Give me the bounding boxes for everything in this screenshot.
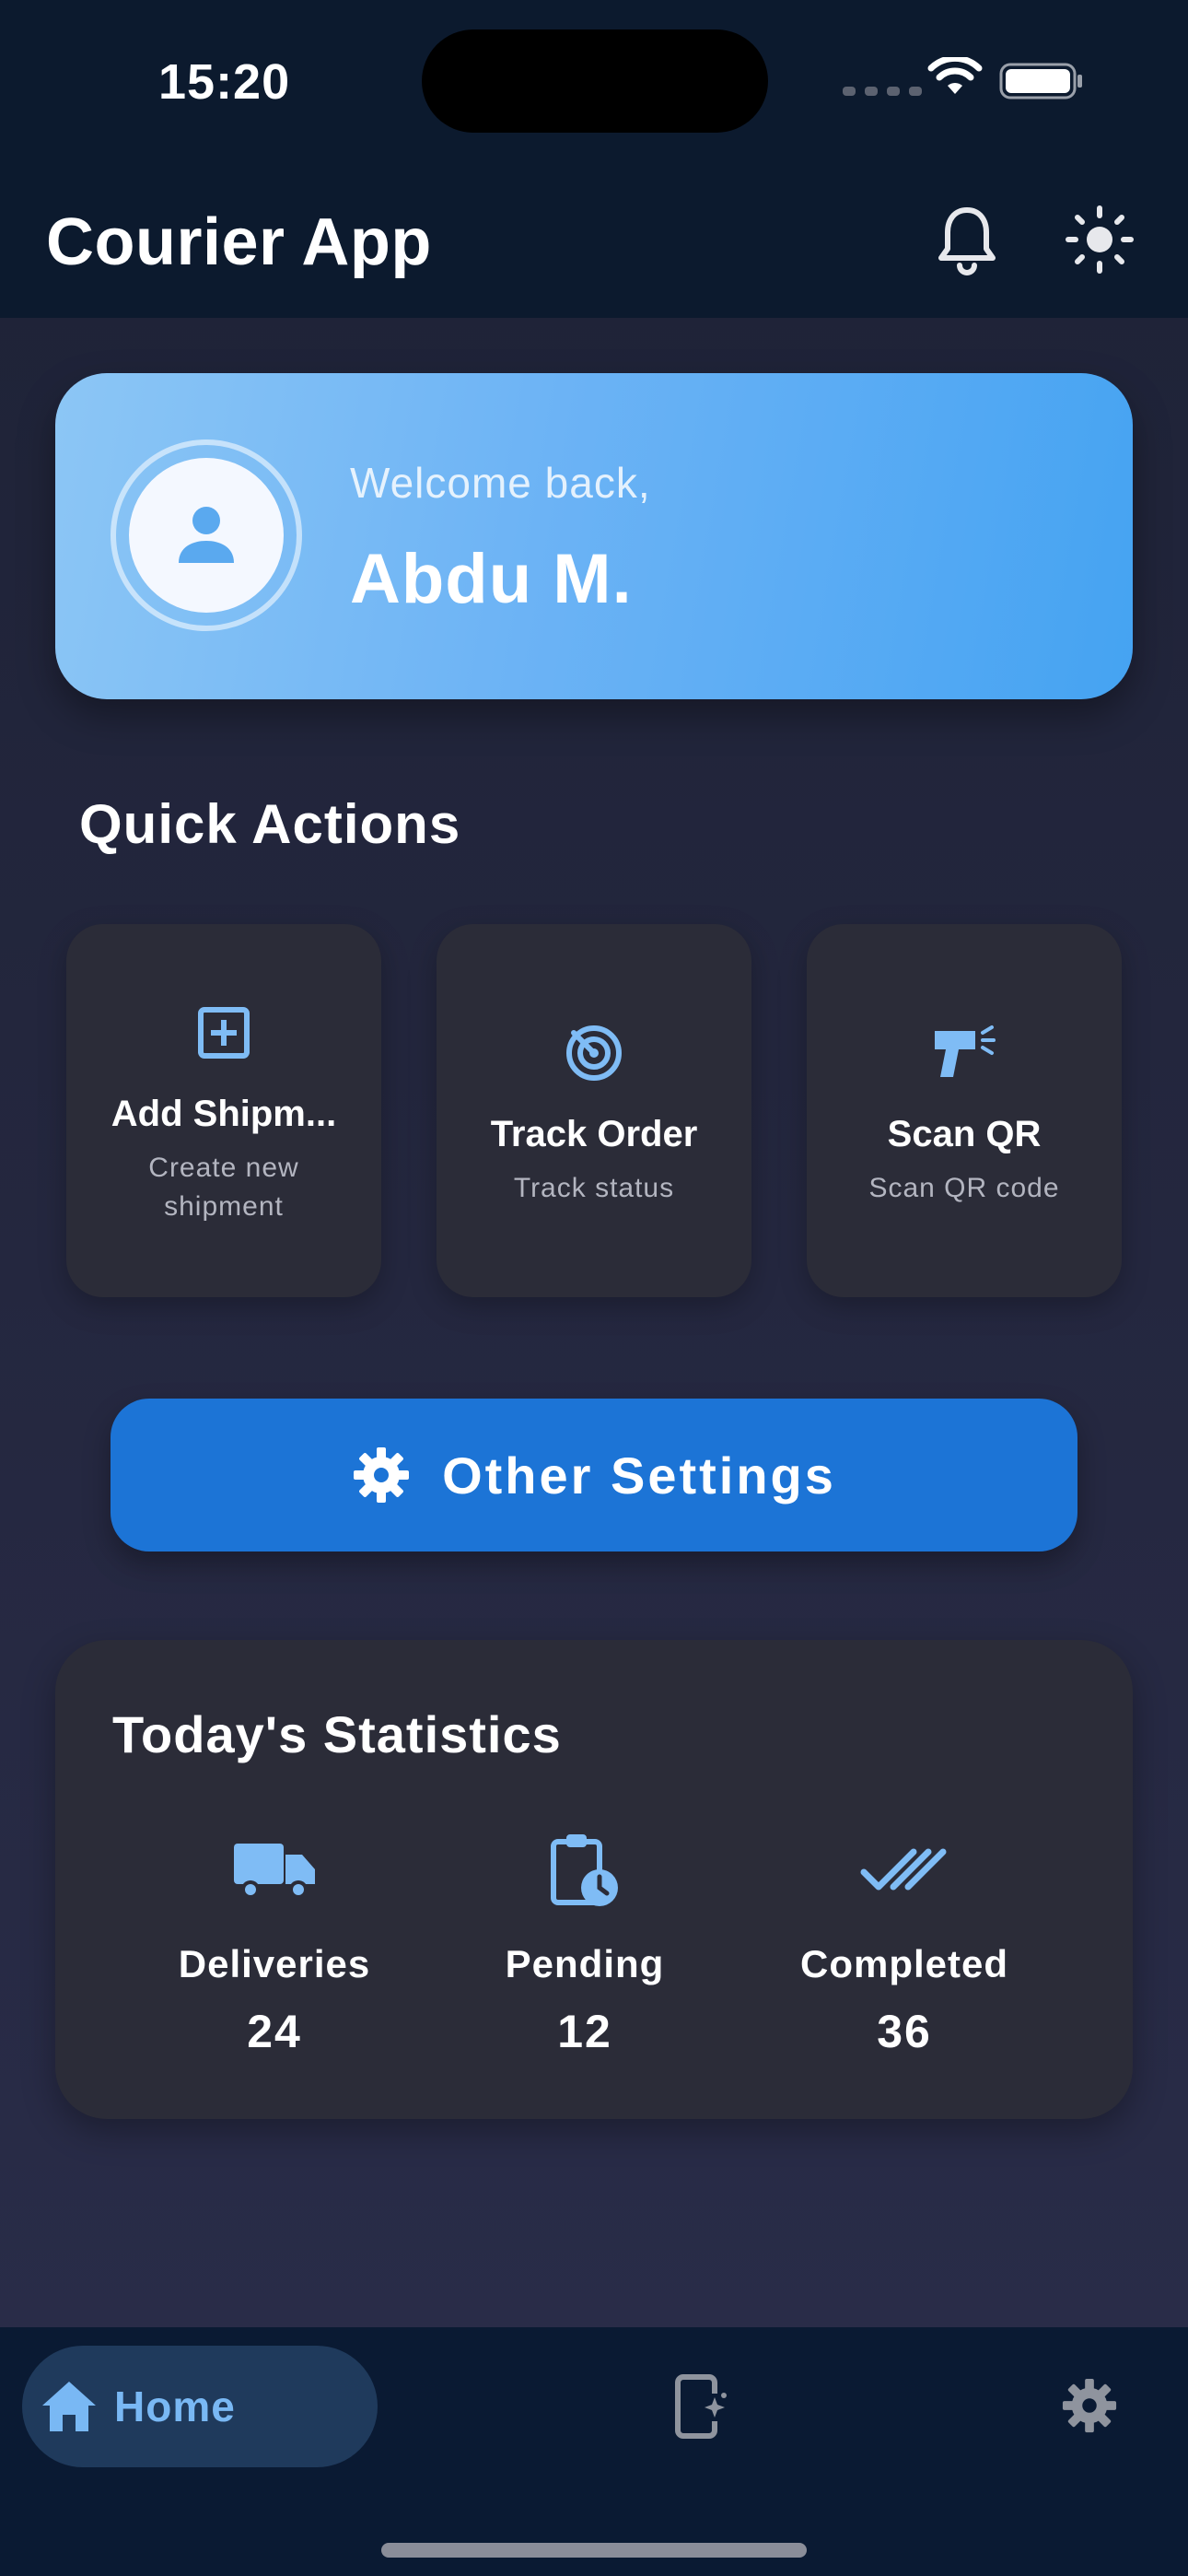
stat-label: Completed: [799, 1942, 1008, 1985]
bottom-navigation: Home: [0, 2327, 1188, 2576]
app-header: 15:20 Courier App: [0, 0, 1188, 318]
double-check-icon: [860, 1848, 947, 1891]
stat-deliveries: Deliveries 24: [136, 1824, 413, 2058]
stat-completed: Completed 36: [766, 1824, 1042, 2058]
sun-icon[interactable]: [1065, 205, 1135, 275]
stat-value: 24: [247, 2006, 302, 2057]
home-indicator[interactable]: [381, 2543, 807, 2558]
action-title: Add Shipm...: [111, 1094, 337, 1134]
stat-label: Pending: [505, 1942, 665, 1985]
nav-home[interactable]: Home: [22, 2346, 378, 2467]
cellular-signal-icon: [843, 87, 922, 96]
other-settings-label: Other Settings: [442, 1446, 836, 1505]
statistics-card: Today's Statistics Deliveries 24 Pending…: [55, 1640, 1133, 2119]
stat-value: 12: [557, 2006, 612, 2057]
avatar[interactable]: [111, 439, 302, 631]
phone-sparkle-icon[interactable]: [674, 2373, 731, 2440]
quick-actions-title: Quick Actions: [79, 793, 461, 855]
action-subtitle: Scan QR code: [868, 1173, 1060, 1203]
bell-icon[interactable]: [936, 205, 998, 278]
action-subtitle: Create new shipment: [148, 1153, 299, 1222]
statistics-title: Today's Statistics: [112, 1705, 562, 1763]
battery-icon: [999, 63, 1082, 100]
dynamic-island: [422, 29, 768, 133]
action-subtitle: Track status: [513, 1173, 675, 1203]
nav-home-label: Home: [114, 2383, 236, 2430]
gear-icon[interactable]: [1061, 2377, 1118, 2434]
action-title: Scan QR: [887, 1114, 1042, 1154]
scan-qr-card[interactable]: Scan QR Scan QR code: [807, 924, 1122, 1297]
action-title: Track Order: [490, 1114, 698, 1154]
user-name: Abdu M.: [350, 540, 633, 618]
track-order-card[interactable]: Track Order Track status: [437, 924, 751, 1297]
clipboard-clock-icon: [551, 1834, 618, 1906]
radar-icon: [566, 1025, 622, 1081]
welcome-card: Welcome back, Abdu M.: [55, 373, 1133, 699]
status-time: 15:20: [158, 54, 291, 110]
gear-icon: [354, 1447, 410, 1503]
add-box-icon: [198, 1007, 250, 1059]
home-icon: [42, 2382, 96, 2431]
add-shipment-card[interactable]: Add Shipm... Create new shipment: [66, 924, 381, 1297]
welcome-greeting: Welcome back,: [350, 459, 651, 507]
person-icon: [179, 507, 234, 563]
barcode-scanner-icon: [935, 1025, 996, 1077]
other-settings-button[interactable]: Other Settings: [111, 1399, 1077, 1551]
app-title: Courier App: [46, 205, 432, 279]
wifi-icon: [927, 57, 983, 94]
stat-value: 36: [877, 2006, 932, 2057]
truck-icon: [234, 1844, 315, 1899]
status-indicators: [843, 57, 1082, 103]
stat-pending: Pending 12: [447, 1824, 723, 2058]
stat-label: Deliveries: [178, 1942, 371, 1985]
